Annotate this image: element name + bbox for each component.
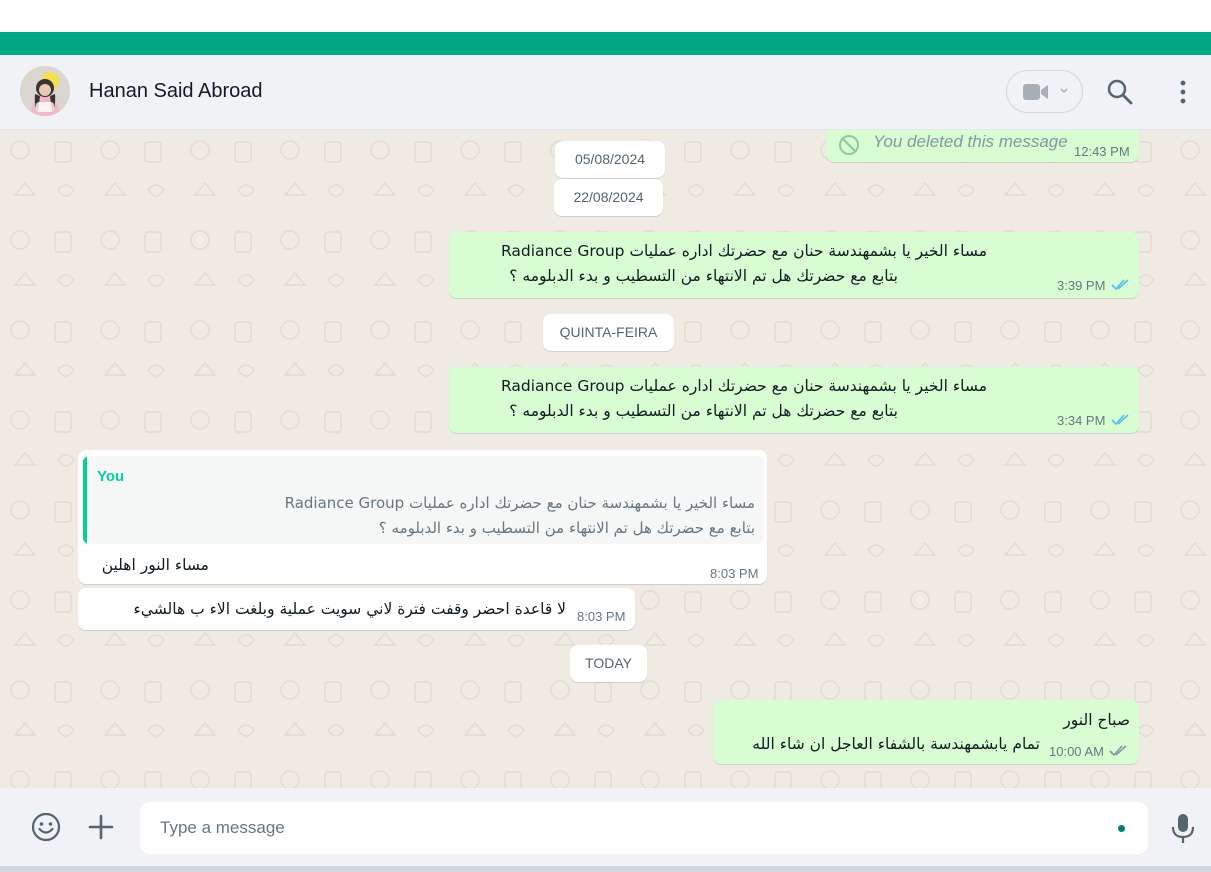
quote-text: مساء الخير يا بشمهندسة حنان مع حضرتك ادا… <box>284 494 755 512</box>
message-time: 8:03 PM <box>710 566 759 581</box>
message-input-box[interactable] <box>140 802 1148 854</box>
message-time: 3:39 PM <box>1057 278 1106 293</box>
message-time: 12:43 PM <box>1074 144 1130 159</box>
date-separator: QUINTA-FEIRA <box>543 314 674 351</box>
menu-button[interactable] <box>1171 78 1195 106</box>
attach-button[interactable] <box>87 813 115 841</box>
outgoing-message-bubble[interactable]: مساء الخير يا بشمهندسة حنان مع حضرتك ادا… <box>449 367 1139 433</box>
deleted-message-bubble[interactable]: You deleted this message 12:43 PM <box>826 130 1139 162</box>
chat-header: Hanan Said Abroad <box>0 55 1211 130</box>
message-time: 8:03 PM <box>577 609 626 624</box>
read-receipt-icon <box>1111 414 1129 426</box>
message-text: مساء الخير يا بشمهندسة حنان مع حضرتك ادا… <box>500 377 987 395</box>
quote-text: بتابع مع حضرتك هل تم الانتهاء من التسطيب… <box>378 519 755 537</box>
mic-icon <box>1171 814 1195 843</box>
message-text: مساء النور اهلين <box>101 556 209 574</box>
incoming-message-bubble[interactable]: لا قاعدة احضر وقفت فترة لاني سويت عملية … <box>78 588 635 630</box>
window-bottom-border <box>0 866 1211 872</box>
video-call-button[interactable] <box>1006 70 1083 113</box>
plus-icon <box>88 814 114 840</box>
delivered-receipt-icon <box>1109 745 1127 757</box>
outgoing-message-bubble[interactable]: مساء الخير يا بشمهندسة حنان مع حضرتك ادا… <box>449 232 1139 298</box>
menu-icon <box>1180 80 1186 104</box>
message-text: بتابع مع حضرتك هل تم الانتهاء من التسطيب… <box>509 402 898 420</box>
incoming-message-bubble[interactable]: You مساء الخير يا بشمهندسة حنان مع حضرتك… <box>78 450 767 584</box>
read-receipt-icon <box>1111 279 1129 291</box>
date-separator: 05/08/2024 <box>555 141 665 178</box>
message-list[interactable]: You deleted this message 12:43 PM 05/08/… <box>0 130 1211 788</box>
search-button[interactable] <box>1106 78 1134 106</box>
date-separator: TODAY <box>570 645 647 682</box>
accent-band <box>0 32 1211 55</box>
emoji-button[interactable] <box>30 811 62 843</box>
video-call-icon <box>1023 84 1048 100</box>
search-icon <box>1107 79 1133 105</box>
message-time: 3:34 PM <box>1057 413 1106 428</box>
deleted-message-text: You deleted this message <box>873 132 1068 151</box>
message-text: لا قاعدة احضر وقفت فترة لاني سويت عملية … <box>133 600 566 618</box>
message-text: مساء الخير يا بشمهندسة حنان مع حضرتك ادا… <box>500 242 987 260</box>
message-text: تمام يابشمهندسة بالشفاء العاجل ان شاء ال… <box>752 735 1040 753</box>
contact-name[interactable]: Hanan Said Abroad <box>89 80 262 103</box>
compose-bar <box>0 788 1211 866</box>
message-text: صباح النور <box>1063 711 1130 729</box>
message-input[interactable] <box>160 802 1100 854</box>
quoted-message[interactable]: You مساء الخير يا بشمهندسة حنان مع حضرتك… <box>83 456 764 544</box>
blocked-icon <box>839 135 859 155</box>
window-top-strip <box>0 0 1211 32</box>
message-time: 10:00 AM <box>1049 744 1104 759</box>
date-separator: 22/08/2024 <box>554 179 663 216</box>
quote-author: You <box>97 468 125 485</box>
quote-accent-bar <box>83 456 87 544</box>
chevron-down-icon <box>1060 88 1068 94</box>
emoji-icon <box>31 812 61 842</box>
status-dot <box>1118 825 1125 832</box>
avatar[interactable] <box>20 66 70 116</box>
message-text: بتابع مع حضرتك هل تم الانتهاء من التسطيب… <box>509 267 898 285</box>
outgoing-message-bubble[interactable]: صباح النور تمام يابشمهندسة بالشفاء العاج… <box>713 700 1139 764</box>
voice-message-button[interactable] <box>1170 813 1196 845</box>
